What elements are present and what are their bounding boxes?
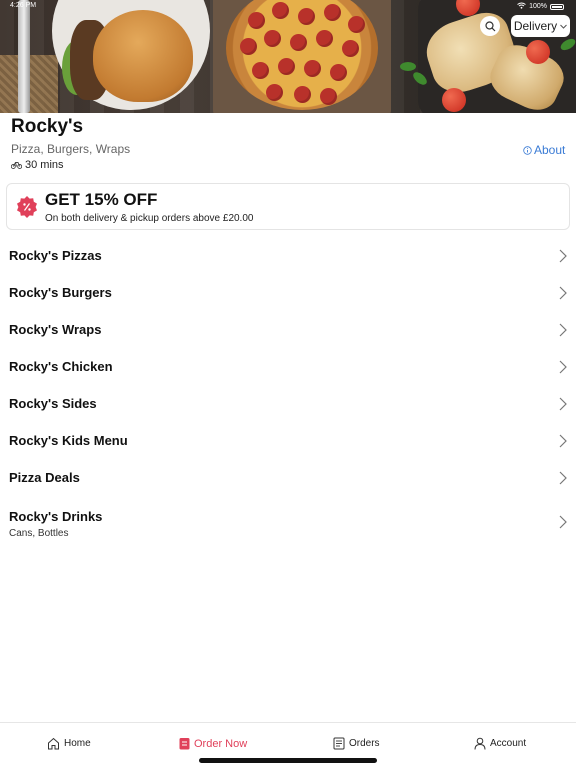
discount-offer-banner[interactable]: GET 15% OFF On both delivery & pickup or… [6,183,570,230]
chevron-right-icon [559,434,567,448]
tab-label: Orders [349,738,380,749]
chevron-right-icon [559,286,567,300]
chevron-right-icon [559,360,567,374]
menu-category-label: Pizza Deals [9,470,80,485]
tab-account[interactable]: Account [474,737,526,750]
restaurant-cuisine: Pizza, Burgers, Wraps [11,142,131,156]
menu-category-burgers[interactable]: Rocky's Burgers [0,275,576,312]
menu-category-label: Rocky's Drinks [9,509,103,524]
tab-orders[interactable]: Orders [333,737,380,750]
status-bar: 4:26 PM 100% [0,2,576,14]
delivery-eta-text: 30 mins [25,159,64,171]
tab-label: Account [490,738,527,749]
tab-home[interactable]: Home [47,737,91,750]
menu-category-label: Rocky's Sides [9,396,97,411]
battery-percent: 100% [529,3,547,10]
search-icon [484,20,495,31]
bike-icon [11,162,22,169]
menu-category-label: Rocky's Kids Menu [9,433,128,448]
chevron-right-icon [559,515,567,529]
info-icon [523,145,532,155]
menu-category-drinks[interactable]: Rocky's Drinks Cans, Bottles [0,487,576,545]
menu-category-label: Rocky's Pizzas [9,248,102,263]
offer-subtitle: On both delivery & pickup orders above £… [45,213,254,224]
about-link[interactable]: About [523,143,565,157]
tab-label: Order Now [194,737,248,750]
menu-category-chicken[interactable]: Rocky's Chicken [0,349,576,386]
delivery-eta: 30 mins [11,159,64,171]
user-icon [474,737,486,750]
menu-category-label: Rocky's Wraps [9,322,102,337]
delivery-mode-label: Delivery [513,19,558,33]
tab-label: Home [64,738,91,749]
menu-category-pizzas[interactable]: Rocky's Pizzas [0,238,576,275]
search-button[interactable] [480,16,500,36]
home-icon [48,737,59,750]
chevron-right-icon [559,249,567,263]
delivery-mode-dropdown[interactable]: Delivery [511,15,570,37]
menu-category-list: Rocky's Pizzas Rocky's Burgers Rocky's W… [0,238,576,545]
menu-category-kids-menu[interactable]: Rocky's Kids Menu [0,423,576,460]
order-icon [179,738,190,750]
home-indicator[interactable] [199,758,377,763]
menu-category-subtitle: Cans, Bottles [9,528,69,539]
menu-category-label: Rocky's Chicken [9,359,113,374]
wifi-icon [517,2,526,11]
chevron-right-icon [559,471,567,485]
menu-category-wraps[interactable]: Rocky's Wraps [0,312,576,349]
tab-order-now[interactable]: Order Now [179,737,247,750]
about-label: About [534,143,566,157]
battery-icon [550,3,564,10]
status-time: 4:26 PM [10,2,37,9]
menu-category-sides[interactable]: Rocky's Sides [0,386,576,423]
chevron-right-icon [559,323,567,337]
chevron-right-icon [559,397,567,411]
receipt-icon [333,737,345,750]
chevron-down-icon [560,24,568,29]
offer-title: GET 15% OFF [45,190,158,209]
discount-badge-icon [17,196,37,218]
menu-category-label: Rocky's Burgers [9,285,112,300]
restaurant-name: Rocky's [11,116,84,137]
